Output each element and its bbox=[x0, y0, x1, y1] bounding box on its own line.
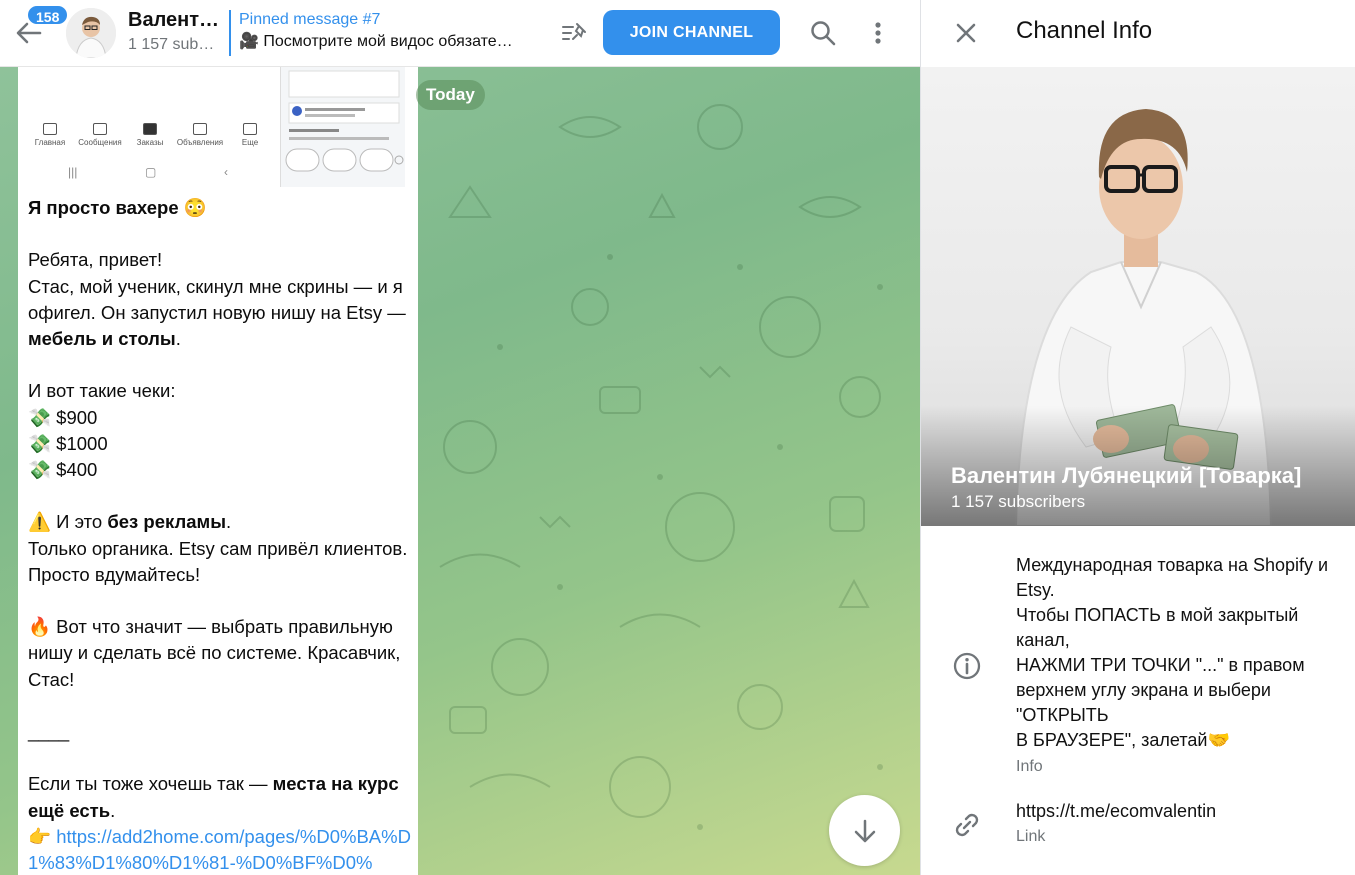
channel-cover-photo[interactable]: Валентин Лубянецкий [Товарка] 1 157 subs… bbox=[921, 67, 1355, 526]
channel-subscribers: 1 157 sub… bbox=[128, 36, 215, 53]
chat-header: 158 Валент… 1 157 sub… Pinned message #7… bbox=[0, 0, 920, 67]
message-separator: ____ bbox=[28, 721, 70, 743]
screenshot-system-bar: ||| ▢ ‹ bbox=[68, 165, 228, 179]
arrow-down-icon bbox=[854, 819, 875, 842]
message-paragraph: Если ты тоже хочешь так — bbox=[28, 773, 273, 795]
unread-badge: 158 bbox=[26, 4, 70, 26]
channel-description: Международная товарка на Shopify и Etsy.… bbox=[1016, 555, 1329, 750]
message-bold: мебель и столы bbox=[28, 328, 176, 350]
chat-column: Главная Сообщения Заказы Объявления Еще … bbox=[0, 0, 920, 875]
info-circle-icon bbox=[953, 652, 981, 680]
avatar[interactable] bbox=[66, 8, 116, 58]
more-vertical-icon[interactable] bbox=[866, 19, 890, 47]
description-label: Info bbox=[1016, 758, 1043, 775]
screenshot-nav-item: Еще bbox=[226, 123, 274, 147]
scroll-down-button[interactable] bbox=[829, 795, 900, 866]
pinned-title: Pinned message #7 bbox=[239, 11, 381, 28]
message-heading: Я просто вахере 😳 bbox=[28, 197, 207, 218]
close-icon[interactable] bbox=[953, 20, 979, 46]
avatar-photo bbox=[66, 8, 116, 58]
channel-subscriber-count: 1 157 subscribers bbox=[951, 492, 1086, 511]
screenshot-nav-item: Главная bbox=[26, 123, 74, 147]
pointing-hand-emoji: 👉 bbox=[28, 825, 57, 847]
channel-name[interactable]: Валент… bbox=[128, 9, 219, 32]
message-bold: без рекламы bbox=[107, 511, 226, 533]
message-paragraph: И вот такие чеки: 💸 $900 💸 $1000 💸 $400 bbox=[28, 380, 176, 481]
message-punct: . bbox=[110, 799, 116, 821]
message-punct: . bbox=[175, 328, 181, 350]
join-channel-button[interactable]: JOIN CHANNEL bbox=[603, 10, 780, 55]
message-text: Я просто вахере 😳 Ребята, привет! Стас, … bbox=[28, 195, 413, 875]
channel-info-panel: Channel Info Валентин Лубянецкий [Товарк… bbox=[920, 0, 1355, 875]
message-paragraph: Ребята, привет! Стас, мой ученик, скинул… bbox=[28, 249, 406, 323]
message-paragraph: ⚠️ И это bbox=[28, 511, 108, 533]
info-description-row[interactable]: Международная товарка на Shopify и Etsy.… bbox=[921, 551, 1355, 791]
screenshot-content bbox=[285, 70, 404, 172]
screenshot-nav-item: Заказы bbox=[126, 123, 174, 147]
pinned-text: 🎥 Посмотрите мой видос обязате… bbox=[239, 33, 513, 50]
message-screenshot-2[interactable] bbox=[280, 67, 405, 187]
screenshot-nav-item: Объявления bbox=[176, 123, 224, 147]
info-title: Channel Info bbox=[1016, 17, 1153, 44]
pinned-message[interactable]: Pinned message #7 🎥 Посмотрите мой видос… bbox=[229, 10, 549, 56]
date-separator: Today bbox=[416, 80, 485, 110]
pinned-list-icon[interactable] bbox=[560, 20, 588, 46]
screenshot-nav-item: Сообщения bbox=[76, 123, 124, 147]
message-link[interactable]: https://add2home.com/pages/%D0%BA%D1%83%… bbox=[28, 826, 411, 873]
link-label: Link bbox=[1016, 828, 1046, 845]
info-link-row[interactable]: https://t.me/ecomvalentin Link bbox=[921, 797, 1355, 857]
message-paragraph: 🔥 Вот что значит — выбрать правильную ни… bbox=[28, 616, 406, 690]
screenshot-bottom-nav: Главная Сообщения Заказы Объявления Еще bbox=[26, 123, 274, 147]
search-icon[interactable] bbox=[809, 19, 837, 47]
info-header: Channel Info bbox=[921, 0, 1355, 67]
message-screenshot[interactable]: Главная Сообщения Заказы Объявления Еще … bbox=[18, 67, 280, 187]
channel-link[interactable]: https://t.me/ecomvalentin bbox=[1016, 799, 1351, 824]
message-bubble[interactable]: Главная Сообщения Заказы Объявления Еще … bbox=[18, 67, 418, 875]
link-icon bbox=[955, 813, 979, 837]
channel-full-name: Валентин Лубянецкий [Товарка] bbox=[951, 463, 1302, 488]
